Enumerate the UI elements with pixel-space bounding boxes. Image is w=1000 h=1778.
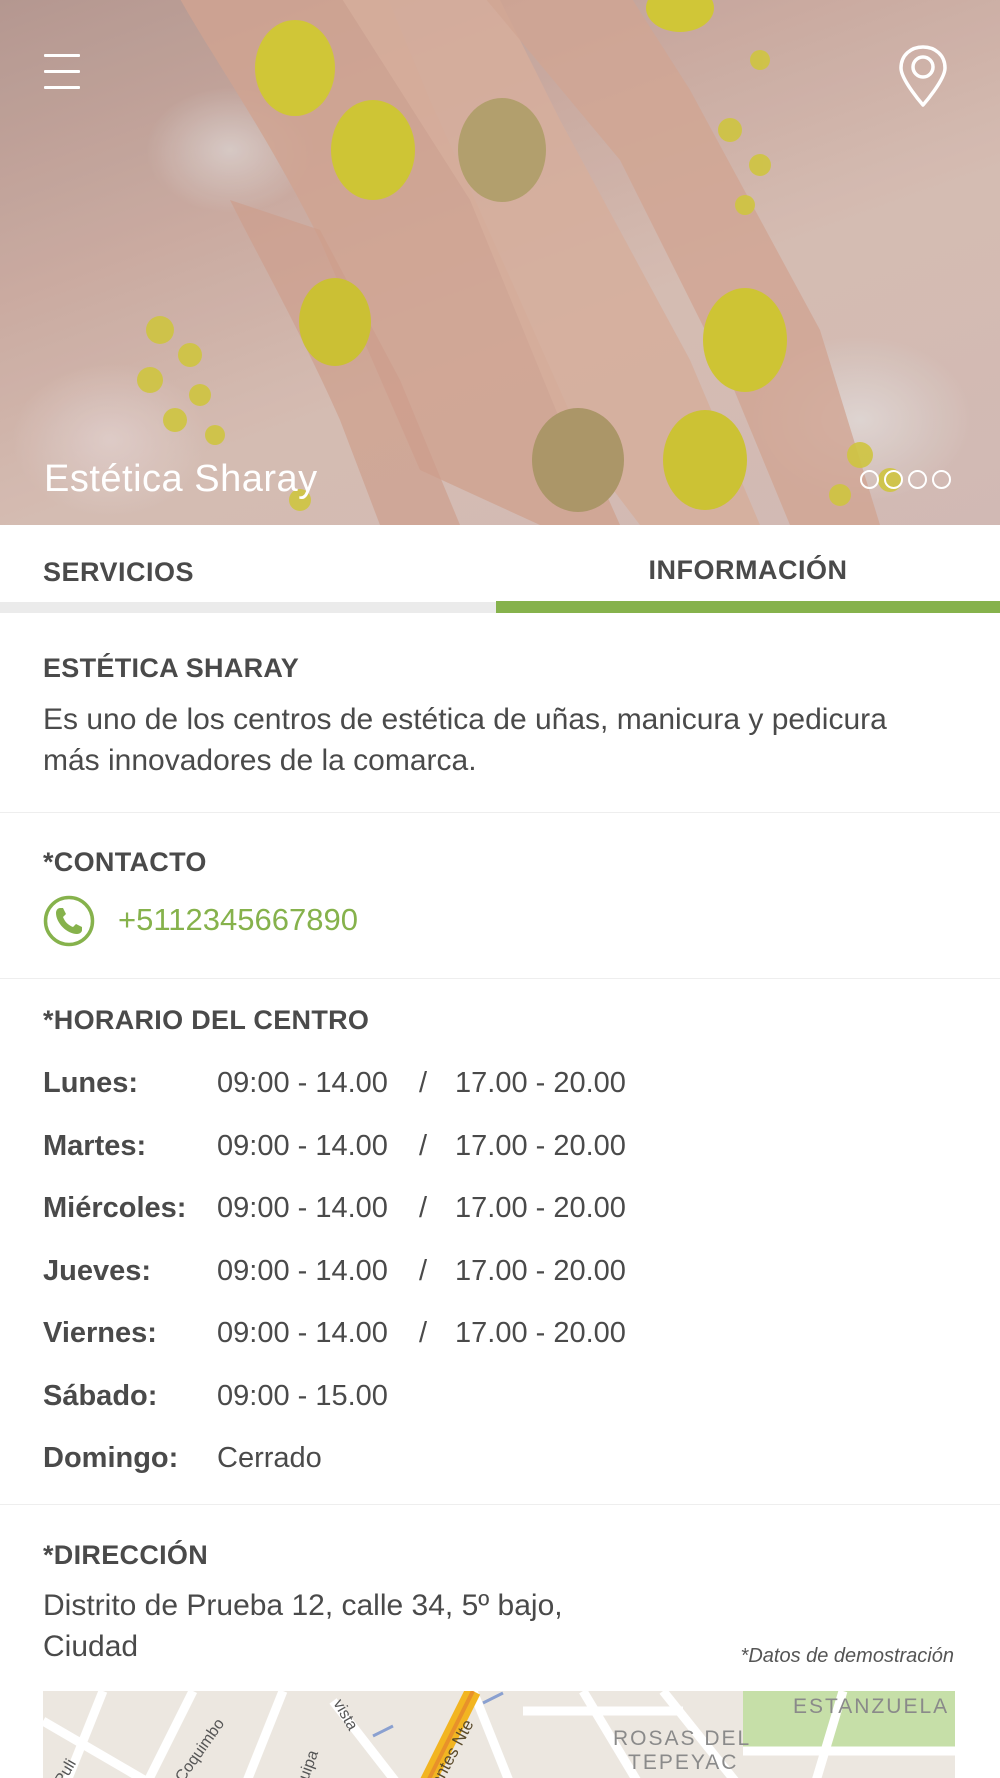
day-label: Miércoles:	[43, 1192, 187, 1224]
morning-hours: 09:00 - 14.00	[217, 1255, 388, 1287]
carousel-dots	[860, 470, 951, 489]
day-label: Martes:	[43, 1130, 147, 1162]
day-label: Viernes:	[43, 1317, 157, 1349]
contact-section: *CONTACTO +5112345667890	[0, 813, 1000, 979]
hamburger-menu-icon	[44, 54, 80, 57]
hours-separator: /	[419, 1067, 428, 1099]
contact-title: *CONTACTO	[43, 847, 207, 877]
hours-separator: /	[419, 1192, 428, 1224]
hours-row: Viernes: 09:00 - 14.00 / 17.00 - 20.00	[43, 1317, 943, 1357]
carousel-dot[interactable]	[908, 470, 927, 489]
address-title: *DIRECCIÓN	[43, 1540, 209, 1570]
morning-hours: 09:00 - 14.00	[217, 1192, 388, 1224]
hours-row: Lunes: 09:00 - 14.00 / 17.00 - 20.00	[43, 1067, 943, 1107]
hours-row: Miércoles: 09:00 - 14.00 / 17.00 - 20.00	[43, 1192, 943, 1232]
svg-text:TEPEYAC: TEPEYAC	[628, 1751, 738, 1774]
afternoon-hours: 17.00 - 20.00	[455, 1317, 626, 1349]
svg-text:uipa: uipa	[296, 1748, 322, 1778]
hours-section: *HORARIO DEL CENTRO Lunes: 09:00 - 14.00…	[0, 979, 1000, 1505]
hours-row: Martes: 09:00 - 14.00 / 17.00 - 20.00	[43, 1130, 943, 1170]
carousel-dot[interactable]	[932, 470, 951, 489]
tab-informacion[interactable]: INFORMACIÓN	[496, 525, 1000, 613]
about-title: ESTÉTICA SHARAY	[43, 653, 300, 683]
menu-button[interactable]	[44, 54, 80, 98]
hours-separator: /	[419, 1130, 428, 1162]
day-label: Sábado:	[43, 1380, 158, 1412]
morning-hours: 09:00 - 15.00	[217, 1380, 388, 1412]
carousel-dot[interactable]	[884, 470, 903, 489]
tab-label: SERVICIOS	[43, 557, 195, 587]
hours-row: Sábado: 09:00 - 15.00	[43, 1380, 943, 1420]
day-label: Domingo:	[43, 1442, 179, 1474]
day-label: Jueves:	[43, 1255, 152, 1287]
map-tiles: Coquimbo Puli vista uipa ientes Nte ROSA…	[43, 1691, 955, 1778]
tab-indicator	[0, 602, 496, 613]
day-label: Lunes:	[43, 1067, 139, 1099]
location-button[interactable]	[896, 44, 950, 108]
phone-icon[interactable]	[43, 895, 95, 947]
map-pin-icon	[899, 45, 947, 107]
tab-label: INFORMACIÓN	[648, 555, 848, 585]
business-name: Estética Sharay	[44, 458, 318, 500]
afternoon-hours: 17.00 - 20.00	[455, 1192, 626, 1224]
morning-hours: 09:00 - 14.00	[217, 1130, 388, 1162]
active-tab-indicator	[496, 601, 1000, 613]
carousel-dot[interactable]	[860, 470, 879, 489]
phone-number-link[interactable]: +5112345667890	[118, 902, 358, 938]
morning-hours: Cerrado	[217, 1442, 322, 1474]
hours-separator: /	[419, 1317, 428, 1349]
about-description: Es uno de los centros de estética de uña…	[43, 703, 887, 777]
tab-servicios[interactable]: SERVICIOS	[0, 525, 496, 613]
hours-separator: /	[419, 1255, 428, 1287]
afternoon-hours: 17.00 - 20.00	[455, 1255, 626, 1287]
hours-title: *HORARIO DEL CENTRO	[43, 1005, 370, 1035]
morning-hours: 09:00 - 14.00	[217, 1067, 388, 1099]
afternoon-hours: 17.00 - 20.00	[455, 1130, 626, 1162]
demo-data-note: *Datos de demostración	[740, 1645, 954, 1667]
hours-row: Jueves: 09:00 - 14.00 / 17.00 - 20.00	[43, 1255, 943, 1295]
about-section: ESTÉTICA SHARAY Es uno de los centros de…	[0, 613, 1000, 813]
morning-hours: 09:00 - 14.00	[217, 1317, 388, 1349]
svg-text:ESTANZUELA: ESTANZUELA	[793, 1695, 949, 1718]
hero-banner: Estética Sharay	[0, 0, 1000, 525]
address-section: *DIRECCIÓN Distrito de Prueba 12, calle …	[0, 1505, 1000, 1778]
tab-bar: SERVICIOS INFORMACIÓN	[0, 525, 1000, 613]
address-text: Distrito de Prueba 12, calle 34, 5º bajo…	[43, 1589, 563, 1663]
afternoon-hours: 17.00 - 20.00	[455, 1067, 626, 1099]
location-map[interactable]: Coquimbo Puli vista uipa ientes Nte ROSA…	[43, 1691, 955, 1778]
svg-text:ROSAS DEL: ROSAS DEL	[613, 1727, 751, 1750]
hours-row: Domingo: Cerrado	[43, 1442, 943, 1482]
